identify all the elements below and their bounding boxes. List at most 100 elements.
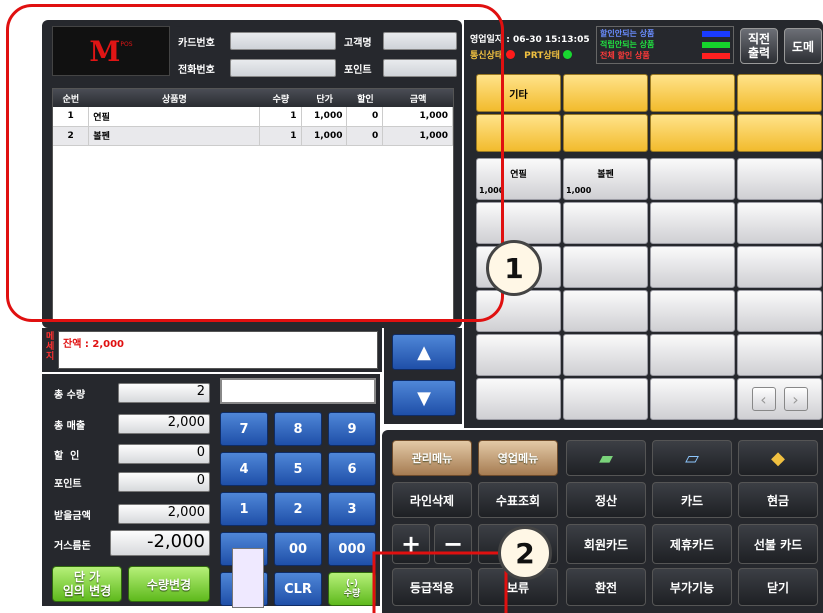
- legend-label: 전체 할인 상품: [600, 51, 650, 60]
- point-sum-label: 포인트: [54, 478, 82, 490]
- product-button[interactable]: [563, 202, 648, 244]
- category-button[interactable]: [737, 74, 822, 112]
- key-00[interactable]: 00: [274, 532, 322, 566]
- red-dot-icon: [506, 50, 516, 59]
- product-button[interactable]: [650, 158, 735, 200]
- product-button[interactable]: [737, 246, 822, 288]
- close-button[interactable]: 닫기: [738, 568, 818, 606]
- category-button[interactable]: [650, 114, 735, 152]
- key-8[interactable]: 8: [274, 412, 322, 446]
- card-icon-button[interactable]: ▱: [652, 440, 732, 476]
- category-button[interactable]: [737, 114, 822, 152]
- legend-item: 적립안되는 상품: [600, 39, 730, 50]
- grade-apply-button[interactable]: 등급적용: [392, 568, 472, 606]
- received-label: 받을금액: [54, 510, 91, 522]
- product-price: 1,000: [566, 186, 592, 195]
- card-button[interactable]: 카드: [652, 482, 732, 518]
- message-text: 잔액 : 2,000: [63, 339, 124, 350]
- minus-button[interactable]: −: [434, 524, 472, 564]
- received-value: 2,000: [118, 504, 210, 524]
- key-4[interactable]: 4: [220, 452, 268, 486]
- product-button[interactable]: [650, 202, 735, 244]
- line-delete-button[interactable]: 라인삭제: [392, 482, 472, 518]
- settle-icon-button[interactable]: ▰: [566, 440, 646, 476]
- key-2[interactable]: 2: [274, 492, 322, 526]
- help-button[interactable]: 도메: [784, 28, 822, 64]
- message-box: 잔액 : 2,000: [58, 331, 378, 369]
- category-row-2: [476, 114, 822, 152]
- settle-button[interactable]: 정산: [566, 482, 646, 518]
- key-5[interactable]: 5: [274, 452, 322, 486]
- prt-status-label: PRT상태: [524, 51, 560, 61]
- check-inquiry-button[interactable]: 수표조회: [478, 482, 558, 518]
- product-button[interactable]: [737, 334, 822, 376]
- sales-menu-button[interactable]: 영업메뉴: [478, 440, 558, 476]
- product-button[interactable]: [650, 334, 735, 376]
- key-000[interactable]: 000: [328, 532, 376, 566]
- scroll-down-button[interactable]: ▼: [392, 380, 456, 416]
- partner-card-button[interactable]: 제휴카드: [652, 524, 732, 564]
- total-sales-value: 2,000: [118, 414, 210, 434]
- partial-qty-button[interactable]: (-) 수량: [328, 572, 376, 606]
- discount-value: 0: [118, 444, 210, 464]
- keypad-input[interactable]: [220, 378, 376, 404]
- change-label: 거스름돈: [54, 540, 91, 552]
- product-button[interactable]: [476, 334, 561, 376]
- product-button[interactable]: [563, 246, 648, 288]
- gift-card-button[interactable]: 선불 카드: [738, 524, 818, 564]
- legend-item: 할인안되는 상품: [600, 28, 730, 39]
- product-button[interactable]: [476, 378, 561, 420]
- cash-button[interactable]: 현금: [738, 482, 818, 518]
- change-value: -2,000: [110, 530, 210, 556]
- product-button[interactable]: [563, 290, 648, 332]
- card-icon: ▱: [685, 447, 699, 469]
- overlay-box: [232, 548, 264, 608]
- member-card-button[interactable]: 회원카드: [566, 524, 646, 564]
- plus-button[interactable]: +: [392, 524, 430, 564]
- key-6[interactable]: 6: [328, 452, 376, 486]
- legend-box: 할인안되는 상품 적립안되는 상품 전체 할인 상품: [596, 26, 734, 64]
- product-button[interactable]: [737, 290, 822, 332]
- key-7[interactable]: 7: [220, 412, 268, 446]
- scroll-up-button[interactable]: ▲: [392, 334, 456, 370]
- reprint-button[interactable]: 직전 출력: [740, 28, 778, 64]
- key-1[interactable]: 1: [220, 492, 268, 526]
- page-right-icon[interactable]: ›: [783, 387, 808, 411]
- product-button[interactable]: [563, 378, 648, 420]
- key-CLR[interactable]: CLR: [274, 572, 322, 606]
- price-change-button[interactable]: 단 가 임의 변경: [52, 566, 122, 602]
- callout-1-frame: [6, 4, 504, 322]
- total-sales-label: 총 매출: [54, 420, 86, 432]
- register-icon: ▰: [599, 447, 613, 469]
- legend-label: 할인안되는 상품: [600, 29, 655, 38]
- product-button[interactable]: [737, 158, 822, 200]
- product-button[interactable]: [650, 290, 735, 332]
- green-dot-icon: [562, 50, 572, 59]
- product-button[interactable]: [563, 334, 648, 376]
- key-3[interactable]: 3: [328, 492, 376, 526]
- page-nav-right[interactable]: ‹ ›: [737, 378, 822, 420]
- triangle-up-icon: ▲: [417, 341, 431, 363]
- category-button[interactable]: [650, 74, 735, 112]
- qty-change-button[interactable]: 수량변경: [128, 566, 210, 602]
- product-button[interactable]: 볼펜 1,000: [563, 158, 648, 200]
- legend-swatch: [702, 52, 730, 59]
- minus-icon: −: [442, 530, 464, 558]
- point-sum-value: 0: [118, 472, 210, 492]
- callout-2-badge: 2: [498, 526, 552, 580]
- cash-icon-button[interactable]: ◆: [738, 440, 818, 476]
- category-button[interactable]: [563, 74, 648, 112]
- product-name: 볼펜: [597, 170, 614, 180]
- extra-button[interactable]: 부가기능: [652, 568, 732, 606]
- product-button[interactable]: [650, 246, 735, 288]
- callout-1-badge: 1: [486, 240, 542, 296]
- exchange-button[interactable]: 환전: [566, 568, 646, 606]
- admin-menu-button[interactable]: 관리메뉴: [392, 440, 472, 476]
- total-qty-label: 총 수량: [54, 389, 86, 401]
- page-nav-left[interactable]: [650, 378, 735, 420]
- plus-icon: +: [400, 530, 422, 558]
- product-button[interactable]: [737, 202, 822, 244]
- page-left-icon[interactable]: ‹: [751, 387, 776, 411]
- key-9[interactable]: 9: [328, 412, 376, 446]
- category-button[interactable]: [563, 114, 648, 152]
